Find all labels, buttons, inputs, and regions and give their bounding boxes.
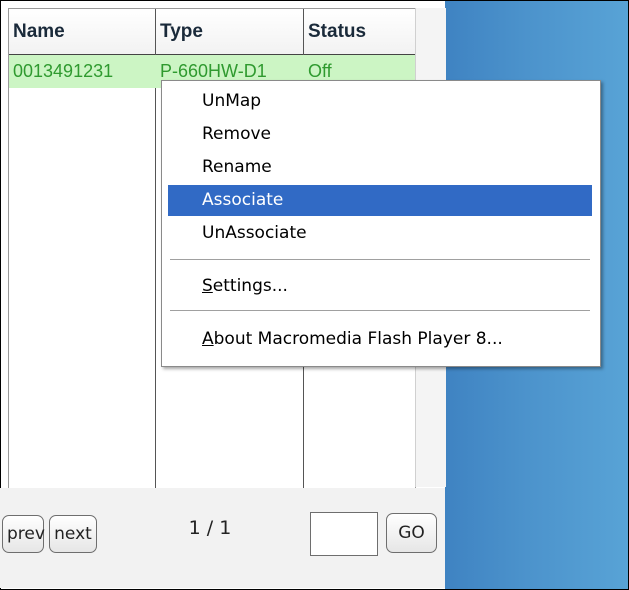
about-accel-key: A [202, 329, 214, 349]
column-header-name[interactable]: Name [9, 9, 155, 54]
page-number-input[interactable] [310, 512, 378, 556]
menu-item-settings[interactable]: Settings... [168, 271, 592, 302]
about-label: bout Macromedia Flash Player 8... [213, 329, 503, 349]
menu-divider [170, 310, 590, 312]
next-button[interactable]: next [49, 515, 97, 553]
menu-item-unmap[interactable]: UnMap [168, 86, 592, 117]
column-header-status[interactable]: Status [304, 9, 415, 54]
cell-name: 0013491231 [13, 61, 114, 81]
column-header-type[interactable]: Type [156, 9, 303, 54]
menu-item-about-flash-player[interactable]: About Macromedia Flash Player 8... [168, 324, 592, 355]
context-menu: UnMap Remove Rename Associate UnAssociat… [161, 80, 601, 367]
menu-item-unassociate[interactable]: UnAssociate [168, 218, 592, 249]
table-header: Name Type Status [9, 9, 415, 55]
prev-button[interactable]: prev [2, 515, 45, 553]
menu-item-remove[interactable]: Remove [168, 119, 592, 150]
pager-bar: prev next 1 / 1 GO [0, 488, 445, 588]
settings-label: ettings... [212, 276, 288, 296]
menu-item-rename[interactable]: Rename [168, 152, 592, 183]
menu-divider [170, 259, 590, 261]
page-indicator: 1 / 1 [188, 517, 232, 539]
go-button[interactable]: GO [386, 513, 437, 553]
settings-accel-key: S [202, 276, 213, 296]
menu-item-associate[interactable]: Associate [168, 185, 592, 216]
